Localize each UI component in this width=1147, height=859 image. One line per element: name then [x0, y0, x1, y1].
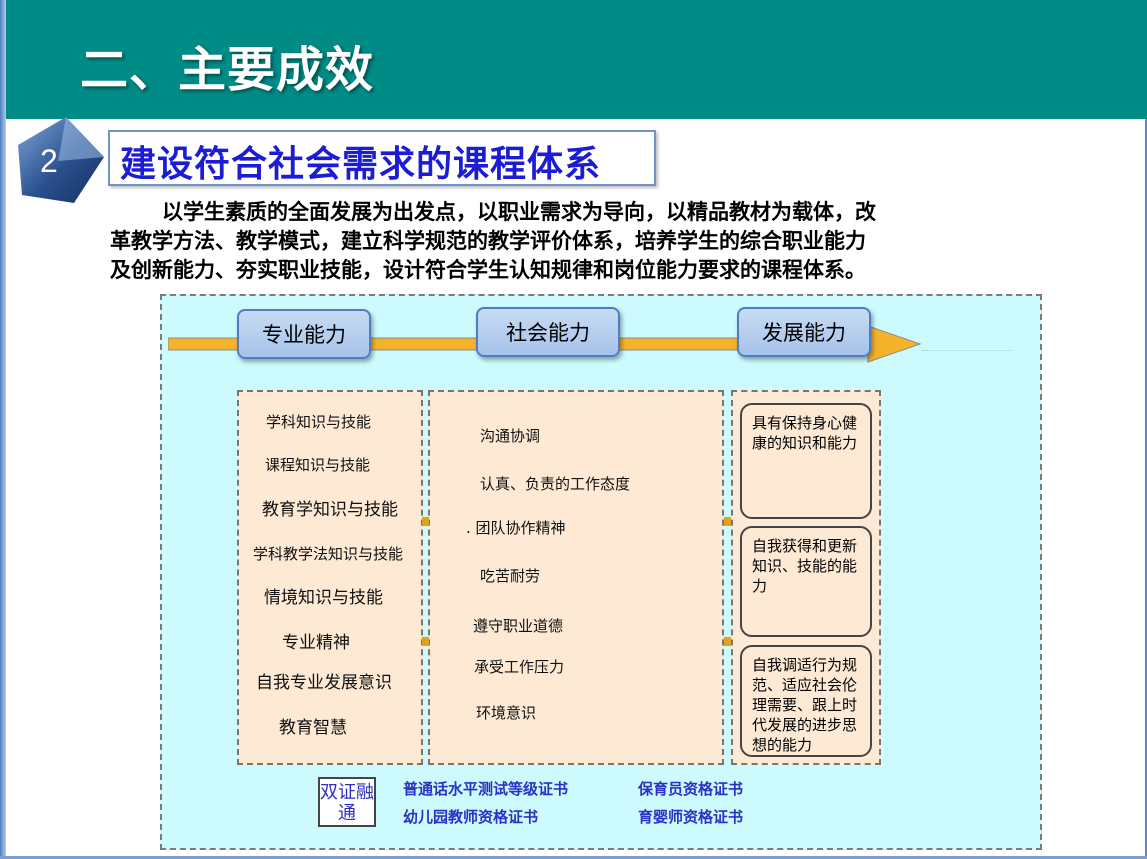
development-item: 自我获得和更新知识、技能的能力 — [740, 526, 872, 637]
connector — [422, 517, 429, 526]
intro-line: 以学生素质的全面发展为出发点，以职业需求为导向，以精品教材为载体，改 — [162, 199, 876, 224]
slide-title: 二、主要成效 — [80, 42, 375, 98]
professional-item: 情境知识与技能 — [264, 588, 383, 608]
intro-line: 革教学方法、教学模式，建立科学规范的教学评价体系，培养学生的综合职业能力 — [110, 228, 866, 253]
connector — [724, 637, 731, 646]
connector — [422, 637, 429, 646]
dual-certificate-label: 双证融通 — [318, 777, 376, 827]
certificate-item: 幼儿园教师资格证书 — [403, 808, 539, 826]
certificate-item: 保育员资格证书 — [638, 780, 744, 798]
intro-paragraph: 以学生素质的全面发展为出发点，以职业需求为导向，以精品教材为载体，改 革教学方法… — [110, 197, 1050, 284]
social-item: 沟通协调 — [480, 427, 541, 445]
professional-item: 学科知识与技能 — [266, 413, 372, 431]
social-item: . 团队协作精神 — [466, 519, 566, 537]
professional-item: 教育智慧 — [279, 718, 347, 738]
capability-development: 发展能力 — [737, 307, 871, 357]
certificate-item: 普通话水平测试等级证书 — [403, 780, 569, 798]
development-item: 自我调适行为规范、适应社会伦理需要、跟上时代发展的进步思想的能力 — [740, 645, 872, 757]
social-item: 吃苦耐劳 — [480, 567, 541, 585]
faint-dotted-mark — [922, 350, 1012, 357]
section-number: 2 — [40, 143, 58, 179]
section-title: 建设符合社会需求的课程体系 — [120, 143, 602, 185]
professional-item: 自我专业发展意识 — [256, 673, 392, 693]
social-item: 环境意识 — [476, 704, 537, 722]
professional-item: 专业精神 — [282, 633, 350, 653]
left-edge-stripe — [0, 0, 6, 859]
professional-column — [237, 390, 423, 765]
professional-item: 教育学知识与技能 — [262, 500, 398, 520]
social-column — [428, 390, 724, 765]
social-item: 认真、负责的工作态度 — [480, 475, 631, 493]
professional-item: 课程知识与技能 — [265, 456, 371, 474]
intro-line: 及创新能力、夯实职业技能，设计符合学生认知规律和岗位能力要求的课程体系。 — [110, 257, 866, 282]
capability-social: 社会能力 — [476, 307, 620, 357]
professional-item: 学科教学法知识与技能 — [253, 545, 404, 563]
connector — [724, 517, 731, 526]
social-item: 承受工作压力 — [474, 658, 565, 676]
social-item: 遵守职业道德 — [473, 617, 564, 635]
development-item: 具有保持身心健康的知识和能力 — [740, 403, 872, 519]
capability-professional: 专业能力 — [237, 309, 371, 359]
certificate-item: 育婴师资格证书 — [638, 808, 744, 826]
section-number-badge-icon — [18, 117, 104, 203]
